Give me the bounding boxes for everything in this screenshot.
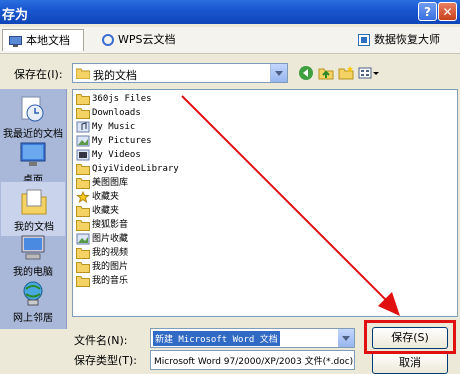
annotation-arrow bbox=[181, 95, 400, 316]
